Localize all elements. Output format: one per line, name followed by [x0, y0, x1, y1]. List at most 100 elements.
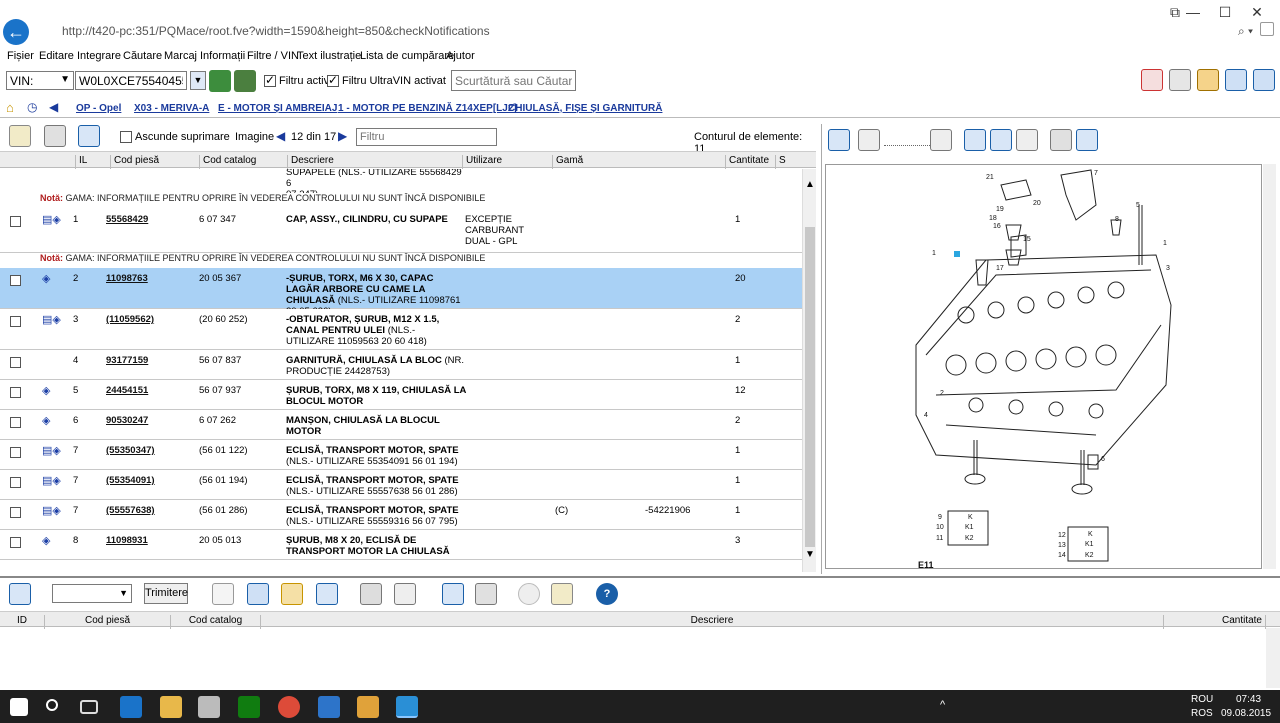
new-list-icon[interactable] — [212, 583, 234, 605]
zoom-in-icon[interactable] — [930, 129, 952, 151]
refresh-icon[interactable] — [1260, 22, 1274, 36]
chrome-icon[interactable] — [278, 696, 300, 718]
hide-suppressed-checkbox[interactable] — [120, 131, 132, 143]
illustration-info-icon[interactable] — [1076, 129, 1098, 151]
back-arrow-icon[interactable]: ◀ — [49, 100, 58, 114]
table-row[interactable]: ▤◈ 3 (11059562) (20 60 252) -OBTURATOR, … — [0, 309, 802, 350]
table-row[interactable]: ▤◈ 1 55568429 6 07 347 CAP, ASSY., CILIN… — [0, 209, 802, 253]
prev-image-icon[interactable]: ◀ — [276, 129, 285, 143]
table-row[interactable]: ▤◈ 7 (55350347) (56 01 122) ECLISĂ, TRAN… — [0, 440, 802, 470]
zoom-area-icon[interactable] — [990, 129, 1012, 151]
col-cod-piesa[interactable]: Cod piesă — [110, 155, 159, 169]
file-explorer-icon[interactable] — [160, 696, 182, 718]
zoom-out-icon[interactable] — [858, 129, 880, 151]
task-view-icon[interactable] — [80, 700, 98, 714]
table-row[interactable]: ◈ 5 24454151 56 07 937 ȘURUB, TORX, M8 X… — [0, 380, 802, 410]
list-select[interactable]: ▼ — [52, 584, 132, 603]
col-gama[interactable]: Gamă — [552, 155, 583, 169]
lang-1[interactable]: ROU — [1191, 694, 1213, 705]
settings-app-icon[interactable] — [318, 696, 340, 718]
store-icon[interactable] — [198, 696, 220, 718]
search-dropdown-icon[interactable]: ⌕ ▾ — [1238, 24, 1253, 39]
send-button[interactable]: Trimitere — [144, 583, 188, 604]
tray-chevron-icon[interactable]: ^ — [940, 699, 945, 711]
part-number-link[interactable]: 11098931 — [106, 535, 148, 546]
menu-marcaj[interactable]: Marcaj — [164, 50, 197, 62]
exploded-view-illustration[interactable]: 21 7 19 20 18 16 15 8 5 1 17 3 1 2 4 6 K… — [825, 164, 1262, 570]
table-row[interactable]: ▤◈ 7 (55354091) (56 01 194) ECLISĂ, TRAN… — [0, 470, 802, 500]
part-number-link[interactable]: (55557638) — [106, 505, 155, 516]
home-icon[interactable]: ⌂ — [6, 100, 14, 115]
table-row[interactable]: ◈ 2 11098763 20 05 367 -ȘURUB, TORX, M6 … — [0, 268, 802, 317]
menu-integrare[interactable]: Integrare — [77, 50, 121, 62]
col-list-cod-catalog[interactable]: Cod catalog — [171, 615, 261, 629]
print-illustration-icon[interactable] — [1050, 129, 1072, 151]
lang-2[interactable]: ROS — [1191, 708, 1213, 719]
row-icons[interactable]: ▤◈ — [42, 504, 61, 517]
edge-icon[interactable] — [120, 696, 142, 718]
address-bar[interactable]: http://t420-pc:351/PQMace/root.fve?width… — [62, 24, 490, 38]
row-checkbox[interactable] — [10, 316, 21, 327]
menu-cautare[interactable]: Căutare — [123, 50, 162, 62]
row-checkbox[interactable] — [10, 275, 21, 286]
row-icons[interactable]: ◈ — [42, 384, 50, 397]
list-icon[interactable] — [9, 583, 31, 605]
col-descriere[interactable]: Descriere — [287, 155, 334, 169]
filter-active-checkbox[interactable] — [264, 73, 276, 87]
parts-scrollbar[interactable]: ▲ ▼ — [802, 169, 816, 572]
row-checkbox[interactable] — [10, 216, 21, 227]
table-row[interactable]: ◈ 8 11098931 20 05 013 ȘURUB, M8 X 20, E… — [0, 530, 802, 560]
menu-lista-cumparare[interactable]: Lista de cumpărare — [360, 50, 454, 62]
col-list-descriere[interactable]: Descriere — [261, 615, 1164, 629]
breadcrumb-chiulasa[interactable]: CHIULASĂ, FIȘE ȘI GARNITURĂ — [508, 103, 662, 114]
part-number-link[interactable]: (55354091) — [106, 475, 155, 486]
part-number-link[interactable]: 11098763 — [106, 273, 148, 284]
scroll-down-icon[interactable]: ▼ — [805, 549, 815, 560]
catalog-search-icon[interactable] — [1225, 69, 1247, 91]
vin-input[interactable] — [75, 71, 187, 90]
col-cod-catalog[interactable]: Cod catalog — [199, 155, 256, 169]
row-icons[interactable]: ▤◈ — [42, 313, 61, 326]
row-checkbox[interactable] — [10, 477, 21, 488]
menu-filtre-vin[interactable]: Filtre / VIN — [247, 50, 299, 62]
part-number-link[interactable]: 90530247 — [106, 415, 148, 426]
shortcut-search-input[interactable] — [451, 70, 576, 91]
row-icons[interactable]: ◈ — [42, 414, 50, 427]
filter-input[interactable] — [356, 128, 497, 146]
col-utilizare[interactable]: Utilizare — [462, 155, 502, 169]
row-icons[interactable]: ▤◈ — [42, 444, 61, 457]
settings-icon[interactable] — [1169, 69, 1191, 91]
clock-time[interactable]: 07:43 — [1236, 694, 1261, 705]
part-number-link[interactable]: (55350347) — [106, 445, 155, 456]
col-list-cod-piesa[interactable]: Cod piesă — [45, 615, 171, 629]
ie-icon[interactable] — [396, 696, 418, 718]
save-icon[interactable] — [247, 583, 269, 605]
help-search-icon[interactable] — [1253, 69, 1275, 91]
illustration-scrollbar[interactable] — [1263, 164, 1276, 569]
filter-ultravin-checkbox[interactable] — [327, 73, 339, 87]
part-number-link[interactable]: (11059562) — [106, 314, 154, 325]
part-number-link[interactable]: 55568429 — [106, 214, 148, 225]
pan-icon[interactable] — [964, 129, 986, 151]
breadcrumb-op-opel[interactable]: OP - Opel — [76, 103, 121, 114]
list-scrollbar[interactable] — [1266, 628, 1280, 688]
row-checkbox[interactable] — [10, 417, 21, 428]
row-icons[interactable]: ▤◈ — [42, 213, 61, 226]
export-icon[interactable] — [1141, 69, 1163, 91]
row-icons[interactable]: ◈ — [42, 272, 50, 285]
vin-dropdown-icon[interactable]: ▼ — [190, 71, 206, 90]
windows-start-icon[interactable] — [10, 698, 28, 716]
scroll-thumb[interactable] — [805, 227, 815, 547]
car-delete-icon[interactable] — [234, 70, 256, 92]
vin-select[interactable]: VIN: ▼ — [6, 71, 74, 90]
minimize-icon[interactable]: — — [1178, 4, 1208, 20]
maximize-icon[interactable]: ☐ — [1210, 4, 1240, 21]
reset-zoom-icon[interactable] — [1016, 129, 1038, 151]
xbox-icon[interactable] — [238, 696, 260, 718]
car-icon[interactable] — [209, 70, 231, 92]
col-id[interactable]: ID — [0, 615, 45, 629]
col-il[interactable]: IL — [75, 155, 87, 169]
menu-text-ilustratie[interactable]: Text ilustrație — [297, 50, 361, 62]
open-folder-icon[interactable] — [281, 583, 303, 605]
menu-fisier[interactable]: Fișier — [7, 50, 34, 62]
